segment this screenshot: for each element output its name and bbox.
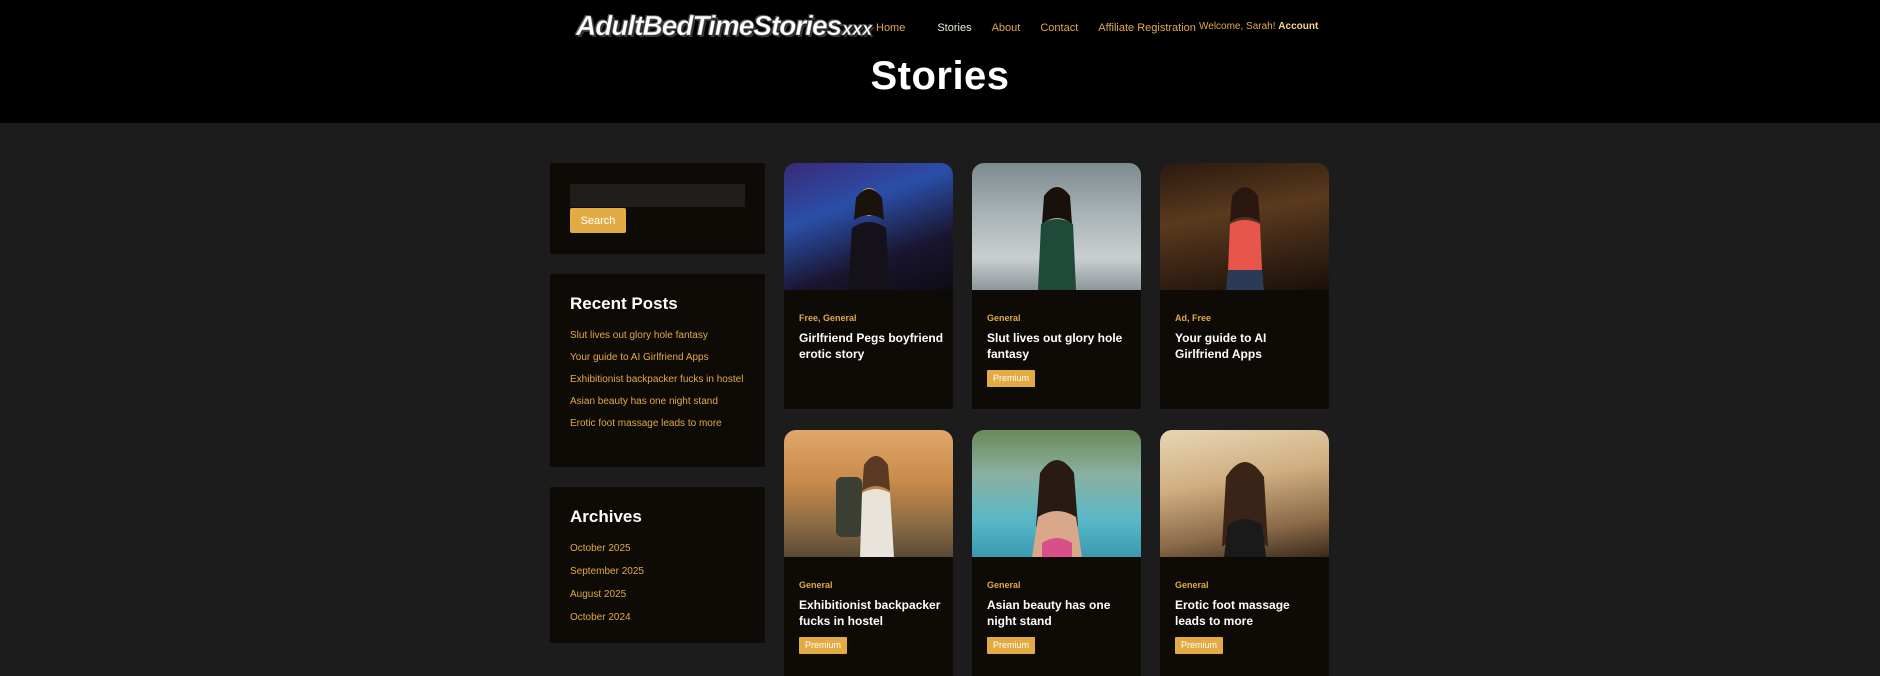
- nav-about[interactable]: About: [992, 22, 1021, 34]
- woman-portrait-image: [835, 456, 894, 557]
- story-categories[interactable]: General: [1175, 580, 1209, 590]
- story-title[interactable]: Slut lives out glory hole fantasy: [987, 330, 1132, 362]
- story-card[interactable]: General Slut lives out glory hole fantas…: [972, 163, 1141, 409]
- page-title: Stories: [870, 54, 1010, 98]
- archives-list: October 2025 September 2025 August 2025 …: [570, 541, 745, 633]
- story-thumbnail[interactable]: [784, 163, 953, 290]
- story-categories[interactable]: General: [799, 580, 833, 590]
- story-card[interactable]: Ad, Free Your guide to AI Girlfriend App…: [1160, 163, 1329, 409]
- recent-posts-heading: Recent Posts: [570, 294, 678, 313]
- story-title[interactable]: Girlfriend Pegs boyfriend erotic story: [799, 330, 944, 362]
- welcome-text: Welcome, Sarah!: [1199, 21, 1276, 32]
- nav-stories[interactable]: Stories: [937, 22, 971, 34]
- premium-badge: Premium: [799, 637, 848, 654]
- story-card[interactable]: General Exhibitionist backpacker fucks i…: [784, 430, 953, 676]
- archive-link[interactable]: October 2024: [570, 610, 745, 625]
- archive-link[interactable]: October 2025: [570, 541, 745, 556]
- story-title[interactable]: Exhibitionist backpacker fucks in hostel: [799, 597, 944, 629]
- site-header: AdultBedTimeStoriesxxx Home Stories Abou…: [0, 0, 1880, 123]
- premium-badge: Premium: [987, 637, 1036, 654]
- search-widget: Search: [550, 163, 765, 254]
- archive-link[interactable]: August 2025: [570, 587, 745, 602]
- nav-affiliate-registration[interactable]: Affiliate Registration: [1098, 22, 1196, 34]
- nav-contact[interactable]: Contact: [1040, 22, 1078, 34]
- account-link[interactable]: Account: [1278, 21, 1318, 32]
- story-card[interactable]: General Asian beauty has one night stand…: [972, 430, 1141, 676]
- recent-post-link[interactable]: Exhibitionist backpacker fucks in hostel: [570, 372, 745, 387]
- story-thumbnail[interactable]: [1160, 430, 1329, 557]
- woman-portrait-image: [1031, 460, 1082, 557]
- story-thumbnail[interactable]: [1160, 163, 1329, 290]
- story-card[interactable]: General Erotic foot massage leads to mor…: [1160, 430, 1329, 676]
- premium-badge: Premium: [1175, 637, 1224, 654]
- woman-portrait-image: [1037, 187, 1076, 290]
- story-categories[interactable]: General: [987, 313, 1021, 323]
- site-logo[interactable]: AdultBedTimeStoriesxxx: [576, 10, 873, 42]
- recent-post-link[interactable]: Asian beauty has one night stand: [570, 394, 745, 409]
- search-button[interactable]: Search: [570, 208, 626, 233]
- logo-suffix: xxx: [842, 19, 873, 40]
- story-title[interactable]: Erotic foot massage leads to more: [1175, 597, 1320, 629]
- archives-heading: Archives: [570, 507, 642, 526]
- story-thumbnail[interactable]: [972, 430, 1141, 557]
- main-nav: Home Stories About Contact Affiliate Reg…: [876, 21, 1196, 35]
- story-thumbnail[interactable]: [972, 163, 1141, 290]
- story-categories[interactable]: General: [987, 580, 1021, 590]
- nav-home[interactable]: Home: [876, 22, 905, 34]
- welcome-message: Welcome, Sarah! Account: [1199, 21, 1318, 32]
- woman-portrait-image: [1225, 187, 1264, 290]
- story-categories[interactable]: Ad, Free: [1175, 313, 1211, 323]
- premium-badge: Premium: [987, 370, 1036, 387]
- story-thumbnail[interactable]: [784, 430, 953, 557]
- recent-post-link[interactable]: Slut lives out glory hole fantasy: [570, 328, 745, 343]
- recent-posts-list: Slut lives out glory hole fantasy Your g…: [570, 328, 745, 438]
- logo-text: AdultBedTimeStories: [576, 10, 843, 42]
- story-title[interactable]: Your guide to AI Girlfriend Apps: [1175, 330, 1320, 362]
- recent-post-link[interactable]: Erotic foot massage leads to more: [570, 416, 745, 431]
- story-categories[interactable]: Free, General: [799, 313, 857, 323]
- woman-portrait-image: [1221, 462, 1268, 557]
- woman-portrait-image: [847, 188, 890, 290]
- recent-posts-widget: Recent Posts Slut lives out glory hole f…: [550, 274, 765, 467]
- archive-link[interactable]: September 2025: [570, 564, 745, 579]
- story-title[interactable]: Asian beauty has one night stand: [987, 597, 1132, 629]
- story-card[interactable]: Free, General Girlfriend Pegs boyfriend …: [784, 163, 953, 409]
- search-input[interactable]: [570, 184, 745, 207]
- archives-widget: Archives October 2025 September 2025 Aug…: [550, 487, 765, 643]
- recent-post-link[interactable]: Your guide to AI Girlfriend Apps: [570, 350, 745, 365]
